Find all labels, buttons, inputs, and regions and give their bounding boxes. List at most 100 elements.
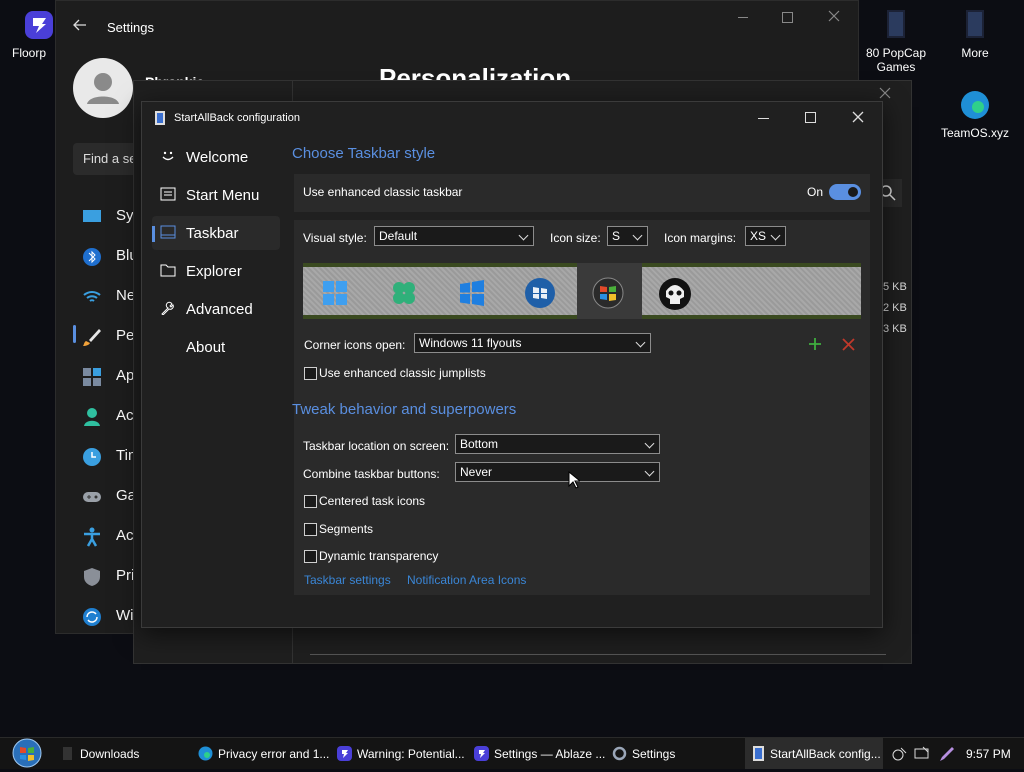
taskbar-button-privacy-error[interactable]: Privacy error and 1... bbox=[198, 738, 330, 769]
brush-icon bbox=[82, 327, 102, 347]
desktop-icon-popcap[interactable]: 80 PopCap Games bbox=[859, 8, 933, 74]
maximize-button[interactable] bbox=[805, 112, 816, 123]
close-button[interactable] bbox=[852, 111, 864, 123]
edge-icon bbox=[958, 88, 992, 122]
desktop-icon-label: 80 PopCap Games bbox=[865, 46, 927, 74]
taskbar-button-downloads[interactable]: Downloads bbox=[60, 738, 190, 769]
network-tray-icon[interactable] bbox=[891, 746, 907, 762]
settings-title: Settings bbox=[107, 20, 154, 35]
chevron-down-icon bbox=[632, 230, 643, 241]
mouse-cursor bbox=[568, 470, 582, 489]
section-title-taskbar-style: Choose Taskbar style bbox=[292, 145, 436, 162]
app-icon bbox=[751, 746, 766, 761]
info-icon bbox=[160, 339, 176, 353]
style-option-win11[interactable] bbox=[321, 279, 349, 307]
chevron-down-icon bbox=[644, 438, 655, 449]
nav-about[interactable]: About bbox=[160, 339, 225, 356]
pen-tray-icon[interactable] bbox=[938, 746, 954, 762]
windows11-logo-icon bbox=[323, 281, 347, 305]
active-indicator bbox=[73, 325, 76, 343]
chevron-down-icon bbox=[518, 230, 529, 241]
gear-icon bbox=[612, 746, 627, 761]
file-size: 5 KB bbox=[883, 281, 907, 293]
search-placeholder: Find a set bbox=[83, 151, 141, 166]
taskbar-button-settings-ablaze[interactable]: Settings — Ablaze ... bbox=[474, 738, 606, 769]
wrench-icon bbox=[160, 301, 176, 316]
icon-margins-label: Icon margins: bbox=[664, 231, 737, 245]
taskbar-icon bbox=[160, 225, 176, 239]
dynamic-label: Dynamic transparency bbox=[319, 549, 439, 563]
visual-style-label: Visual style: bbox=[303, 231, 367, 245]
style-option-punisher[interactable] bbox=[658, 277, 692, 311]
add-icon[interactable] bbox=[808, 337, 822, 351]
notification-area-link[interactable]: Notification Area Icons bbox=[407, 573, 526, 587]
chevron-down-icon bbox=[770, 230, 781, 241]
close-button[interactable] bbox=[879, 87, 891, 99]
desktop-icon-more[interactable]: More bbox=[938, 8, 1012, 60]
monitor-icon bbox=[82, 207, 102, 227]
nav-welcome[interactable]: Welcome bbox=[160, 149, 248, 166]
taskbar-settings-link[interactable]: Taskbar settings bbox=[304, 573, 391, 587]
shield-icon bbox=[82, 567, 102, 587]
style-option-win7[interactable] bbox=[524, 277, 556, 309]
windows10-logo-icon bbox=[460, 280, 484, 306]
style-option-win10[interactable] bbox=[458, 279, 486, 307]
folder-icon bbox=[160, 263, 176, 277]
combine-select[interactable]: Never bbox=[455, 462, 660, 482]
start-button[interactable] bbox=[10, 738, 44, 769]
taskbar-button-settings[interactable]: Settings bbox=[612, 738, 737, 769]
dynamic-transparency-checkbox[interactable] bbox=[304, 550, 317, 563]
avatar[interactable] bbox=[73, 58, 133, 118]
minimize-button[interactable] bbox=[758, 118, 769, 119]
maximize-button[interactable] bbox=[782, 12, 793, 23]
folder-icon bbox=[60, 746, 75, 761]
close-button[interactable] bbox=[827, 9, 841, 23]
style-option-vista[interactable] bbox=[592, 277, 624, 309]
update-icon bbox=[82, 607, 102, 627]
window-title: StartAllBack configuration bbox=[174, 112, 300, 124]
location-select[interactable]: Bottom bbox=[455, 434, 660, 454]
taskbar: Downloads Privacy error and 1... Warning… bbox=[0, 737, 1024, 769]
segments-checkbox[interactable] bbox=[304, 523, 317, 536]
game-box-icon bbox=[879, 8, 913, 42]
segments-label: Segments bbox=[319, 522, 374, 536]
clover-icon bbox=[393, 282, 415, 304]
app-icon bbox=[154, 111, 166, 125]
icon-margins-select[interactable]: XS bbox=[745, 226, 786, 246]
bluetooth-icon bbox=[82, 247, 102, 267]
enhanced-toggle[interactable] bbox=[829, 184, 861, 200]
nav-explorer[interactable]: Explorer bbox=[160, 263, 242, 280]
clock-icon bbox=[82, 447, 102, 467]
game-box-icon bbox=[958, 8, 992, 42]
icon-size-select[interactable]: S bbox=[607, 226, 648, 246]
clock[interactable]: 9:57 PM bbox=[966, 747, 1011, 761]
gamepad-icon bbox=[82, 487, 102, 507]
person-icon bbox=[82, 407, 102, 427]
centered-checkbox[interactable] bbox=[304, 495, 317, 508]
nav-advanced[interactable]: Advanced bbox=[160, 301, 253, 318]
jumplists-label: Use enhanced classic jumplists bbox=[319, 366, 486, 380]
corner-icons-label: Corner icons open: bbox=[304, 338, 406, 352]
location-label: Taskbar location on screen: bbox=[303, 439, 450, 453]
floorp-icon bbox=[474, 746, 489, 761]
edge-icon bbox=[198, 746, 213, 761]
taskbar-button-warning[interactable]: Warning: Potential... bbox=[337, 738, 469, 769]
remove-icon[interactable] bbox=[842, 338, 855, 351]
start-menu-icon bbox=[160, 187, 176, 201]
style-option-clover[interactable] bbox=[390, 279, 418, 307]
file-size: 2 KB bbox=[883, 302, 907, 314]
corner-icons-select[interactable]: Windows 11 flyouts bbox=[414, 333, 651, 353]
minimize-button[interactable] bbox=[738, 17, 748, 18]
chevron-down-icon bbox=[635, 337, 646, 348]
back-arrow-icon[interactable] bbox=[73, 18, 87, 32]
desktop-icon-teamos[interactable]: TeamOS.xyz bbox=[938, 88, 1012, 140]
taskbar-button-startallback[interactable]: StartAllBack config... bbox=[745, 738, 883, 769]
startallback-window: StartAllBack configuration Welcome Start… bbox=[141, 101, 883, 628]
combine-label: Combine taskbar buttons: bbox=[303, 467, 440, 481]
windows7-orb-icon bbox=[12, 738, 42, 768]
display-tray-icon[interactable] bbox=[914, 746, 930, 762]
nav-start-menu[interactable]: Start Menu bbox=[160, 187, 259, 204]
jumplists-checkbox[interactable] bbox=[304, 367, 317, 380]
nav-taskbar[interactable]: Taskbar bbox=[160, 225, 239, 242]
visual-style-select[interactable]: Default bbox=[374, 226, 534, 246]
